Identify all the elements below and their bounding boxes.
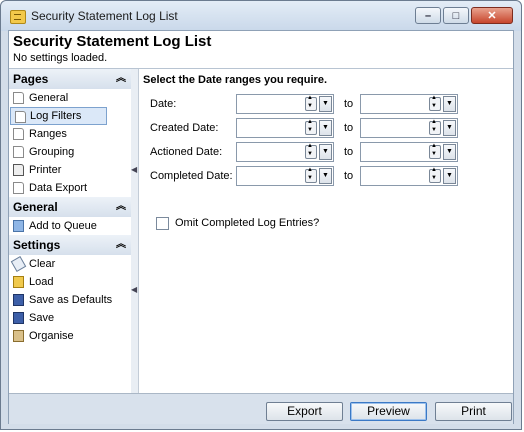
close-button[interactable]: ✕	[471, 7, 513, 24]
date-from-picker[interactable]: ▼	[236, 94, 334, 114]
status-text: No settings loaded.	[13, 52, 108, 64]
created-date-row: Created Date: ▼ to ▼	[139, 118, 511, 140]
completed-date-label: Completed Date:	[150, 170, 233, 182]
dropdown-arrow-icon[interactable]: ▼	[443, 120, 456, 136]
header: Security Statement Log List No settings …	[9, 31, 513, 69]
page-icon	[13, 92, 24, 104]
to-label: to	[344, 146, 354, 158]
page-icon	[13, 146, 24, 158]
sidebar-item-grouping[interactable]: Grouping	[9, 143, 131, 161]
print-button[interactable]: Print	[435, 402, 512, 421]
log-filters-panel: Select the Date ranges you require. Date…	[139, 69, 511, 393]
spinner-icon[interactable]	[429, 119, 441, 135]
date-to-picker[interactable]: ▼	[360, 94, 458, 114]
client-area: Security Statement Log List No settings …	[8, 30, 514, 424]
created-date-to-picker[interactable]: ▼	[360, 118, 458, 138]
to-label: to	[344, 170, 354, 182]
window: Security Statement Log List – □ ✕ Securi…	[0, 0, 522, 430]
created-date-label: Created Date:	[150, 122, 219, 134]
actioned-date-row: Actioned Date: ▼ to ▼	[139, 142, 511, 164]
actioned-date-to-picker[interactable]: ▼	[360, 142, 458, 162]
date-row: Date: ▼ to ▼	[139, 94, 511, 116]
spinner-icon[interactable]	[305, 95, 317, 111]
section-pages-header[interactable]: Pages ︽	[9, 69, 131, 89]
sidebar-item-ranges[interactable]: Ranges	[9, 125, 131, 143]
eraser-icon	[10, 256, 27, 272]
dropdown-arrow-icon[interactable]: ▼	[319, 120, 332, 136]
sidebar: Pages ︽ General Log Filters Ranges Group…	[9, 69, 132, 393]
sidebar-item-printer[interactable]: Printer	[9, 161, 131, 179]
maximize-button[interactable]: □	[443, 7, 469, 24]
organise-button[interactable]: Organise	[9, 327, 131, 345]
section-settings-header[interactable]: Settings ︽	[9, 235, 131, 255]
to-label: to	[344, 122, 354, 134]
page-icon	[15, 111, 26, 123]
date-label: Date:	[150, 98, 177, 110]
maximize-icon: □	[452, 10, 460, 22]
clear-button[interactable]: Clear	[9, 255, 131, 273]
floppy-icon	[13, 312, 24, 324]
page-icon	[13, 128, 24, 140]
export-button[interactable]: Export	[266, 402, 343, 421]
organise-icon	[13, 330, 24, 342]
add-to-queue-button[interactable]: Add to Queue	[9, 217, 131, 235]
spinner-icon[interactable]	[305, 119, 317, 135]
spinner-icon[interactable]	[429, 167, 441, 183]
save-button[interactable]: Save	[9, 309, 131, 327]
sidebar-item-data-export[interactable]: Data Export	[9, 179, 131, 197]
created-date-from-picker[interactable]: ▼	[236, 118, 334, 138]
printer-icon	[13, 164, 24, 176]
title-bar[interactable]: Security Statement Log List – □ ✕	[1, 1, 521, 31]
dropdown-arrow-icon[interactable]: ▼	[443, 144, 456, 160]
spinner-icon[interactable]	[305, 167, 317, 183]
section-pages-label: Pages	[13, 72, 49, 86]
folder-icon	[13, 276, 24, 288]
completed-date-row: Completed Date: ▼ to ▼	[139, 166, 511, 188]
spinner-icon[interactable]	[429, 95, 441, 111]
to-label: to	[344, 98, 354, 110]
save-defaults-icon	[13, 294, 24, 306]
save-as-defaults-button[interactable]: Save as Defaults	[9, 291, 131, 309]
page-title: Security Statement Log List	[13, 33, 212, 50]
page-icon	[13, 182, 24, 194]
completed-date-to-picker[interactable]: ▼	[360, 166, 458, 186]
app-icon	[10, 10, 26, 24]
collapse-icon[interactable]: ︽	[116, 235, 126, 255]
section-settings-label: Settings	[13, 238, 61, 252]
actioned-date-from-picker[interactable]: ▼	[236, 142, 334, 162]
dropdown-arrow-icon[interactable]: ▼	[443, 168, 456, 184]
window-title: Security Statement Log List	[31, 9, 178, 23]
minimize-button[interactable]: –	[415, 7, 441, 24]
spinner-icon[interactable]	[429, 143, 441, 159]
splitter[interactable]: ◀ ◀	[131, 69, 139, 393]
section-general-label: General	[13, 200, 58, 214]
section-general-header[interactable]: General ︽	[9, 197, 131, 217]
queue-icon	[13, 220, 24, 232]
dropdown-arrow-icon[interactable]: ▼	[319, 144, 332, 160]
actioned-date-label: Actioned Date:	[150, 146, 223, 158]
dropdown-arrow-icon[interactable]: ▼	[319, 96, 332, 112]
collapse-icon[interactable]: ︽	[116, 69, 126, 89]
minimize-icon: –	[424, 10, 432, 22]
sidebar-item-log-filters[interactable]: Log Filters	[10, 107, 107, 125]
collapse-left-icon[interactable]: ◀	[131, 165, 137, 174]
collapse-icon[interactable]: ︽	[116, 197, 126, 217]
close-icon: ✕	[487, 10, 497, 22]
dropdown-arrow-icon[interactable]: ▼	[319, 168, 332, 184]
spinner-icon[interactable]	[305, 143, 317, 159]
omit-completed-checkbox[interactable]	[156, 217, 169, 230]
load-button[interactable]: Load	[9, 273, 131, 291]
omit-completed-label: Omit Completed Log Entries?	[175, 217, 320, 229]
completed-date-from-picker[interactable]: ▼	[236, 166, 334, 186]
collapse-left-icon[interactable]: ◀	[131, 285, 137, 294]
preview-button[interactable]: Preview	[350, 402, 427, 421]
sidebar-item-general[interactable]: General	[9, 89, 131, 107]
footer: Export Preview Print	[9, 393, 513, 424]
dropdown-arrow-icon[interactable]: ▼	[443, 96, 456, 112]
section-heading: Select the Date ranges you require.	[143, 74, 328, 86]
